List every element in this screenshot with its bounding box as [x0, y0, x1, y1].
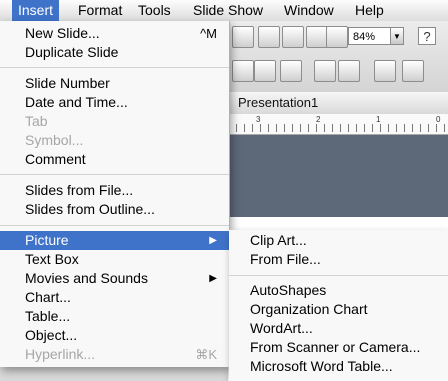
ruler-ticks — [228, 124, 448, 132]
toolbar-row-2 — [228, 57, 448, 85]
menu-item-duplicate-slide[interactable]: Duplicate Slide — [0, 43, 229, 62]
align-icon[interactable] — [232, 60, 254, 82]
menu-item-label: Picture — [25, 232, 69, 248]
menu-item-tab: Tab — [0, 112, 229, 131]
toolbar-row-1: 84% ▼ ? — [228, 23, 448, 51]
zoom-field[interactable]: 84% — [348, 27, 392, 45]
menu-separator — [229, 275, 448, 276]
insert-table-icon[interactable] — [232, 26, 254, 48]
menu-separator — [0, 174, 229, 175]
standard-toolbar: 84% ▼ ? — [228, 21, 448, 96]
menu-item-chart[interactable]: Chart... — [0, 288, 229, 307]
menu-item-label: Slide Number — [25, 75, 110, 91]
font-color-icon[interactable] — [374, 60, 396, 82]
menu-item-picture[interactable]: Picture ▶ — [0, 231, 229, 250]
new-slide-icon[interactable] — [258, 26, 280, 48]
menu-item-slides-from-outline[interactable]: Slides from Outline... — [0, 200, 229, 219]
ruler-number: 3 — [256, 115, 261, 124]
menu-item-label: Movies and Sounds — [25, 270, 148, 286]
menu-window[interactable]: Window — [284, 2, 334, 19]
submenu-arrow-icon: ▶ — [209, 273, 217, 284]
menu-item-symbol: Symbol... — [0, 131, 229, 150]
submenu-item-clip-art[interactable]: Clip Art... — [229, 231, 448, 250]
menu-bar: Insert Format Tools Slide Show Window He… — [0, 0, 448, 22]
menu-item-table[interactable]: Table... — [0, 307, 229, 326]
menu-item-label: Duplicate Slide — [25, 44, 119, 60]
increase-font-icon[interactable] — [254, 60, 276, 82]
menu-item-label: Slides from File... — [25, 182, 134, 198]
menu-item-text-box[interactable]: Text Box — [0, 250, 229, 269]
menu-item-label: Tab — [25, 113, 48, 129]
submenu-item-from-file[interactable]: From File... — [229, 250, 448, 269]
menu-format[interactable]: Format — [78, 2, 122, 19]
menu-item-slides-from-file[interactable]: Slides from File... — [0, 181, 229, 200]
ruler-number: 0 — [436, 115, 441, 124]
menu-item-label: From File... — [250, 251, 321, 267]
insert-menu: New Slide... ^M Duplicate Slide Slide Nu… — [0, 21, 230, 367]
menu-item-label: New Slide... — [25, 25, 100, 41]
menu-item-label: Microsoft Word Table... — [250, 358, 393, 374]
ruler: 3 2 1 0 — [228, 114, 448, 135]
ruler-number: 1 — [376, 115, 381, 124]
submenu-item-wordart[interactable]: WordArt... — [229, 319, 448, 338]
menu-item-slide-number[interactable]: Slide Number — [0, 74, 229, 93]
menu-item-label: AutoShapes — [250, 282, 327, 298]
menu-insert[interactable]: Insert — [12, 0, 60, 21]
menu-item-label: Comment — [25, 151, 86, 167]
chart-icon[interactable] — [306, 26, 328, 48]
menu-item-label: Object... — [25, 327, 78, 343]
ruler-number: 2 — [316, 115, 321, 124]
menu-item-comment[interactable]: Comment — [0, 150, 229, 169]
zoom-dropdown-icon[interactable]: ▼ — [390, 27, 404, 45]
menu-help[interactable]: Help — [355, 2, 384, 19]
menu-item-object[interactable]: Object... — [0, 326, 229, 345]
menu-slide-show[interactable]: Slide Show — [193, 2, 263, 19]
menu-item-label: Date and Time... — [25, 94, 128, 110]
submenu-item-autoshapes[interactable]: AutoShapes — [229, 281, 448, 300]
help-icon[interactable]: ? — [418, 27, 436, 45]
menu-item-label: Slides from Outline... — [25, 201, 155, 217]
indent-left-icon[interactable] — [314, 60, 336, 82]
text-color-icon[interactable] — [402, 60, 424, 82]
indent-right-icon[interactable] — [338, 60, 360, 82]
decrease-font-icon[interactable] — [280, 60, 302, 82]
submenu-item-org-chart[interactable]: Organization Chart — [229, 300, 448, 319]
menu-item-movies-sounds[interactable]: Movies and Sounds ▶ — [0, 269, 229, 288]
menu-item-label: Clip Art... — [250, 232, 307, 248]
menu-tools[interactable]: Tools — [138, 2, 171, 19]
menu-separator — [0, 225, 229, 226]
menu-item-label: Text Box — [25, 251, 79, 267]
submenu-item-word-table[interactable]: Microsoft Word Table... — [229, 357, 448, 376]
menu-separator — [0, 67, 229, 68]
submenu-arrow-icon: ▶ — [209, 235, 217, 246]
menu-item-label: Chart... — [25, 289, 71, 305]
document-title: Presentation1 — [238, 95, 319, 110]
menu-item-label: Hyperlink... — [25, 346, 96, 362]
shortcut-label: ^M — [200, 26, 217, 41]
document-title-bar: Presentation1 — [228, 92, 448, 115]
menu-item-hyperlink: Hyperlink... ⌘K — [0, 345, 229, 364]
menu-item-label: Symbol... — [25, 132, 84, 148]
slide-canvas-background — [228, 135, 448, 217]
menu-item-label: Table... — [25, 308, 71, 324]
shortcut-label: ⌘K — [195, 347, 217, 362]
menu-item-label: From Scanner or Camera... — [250, 339, 421, 355]
menu-item-label: Organization Chart — [250, 301, 368, 317]
menu-item-label: WordArt... — [250, 320, 313, 336]
submenu-item-scanner[interactable]: From Scanner or Camera... — [229, 338, 448, 357]
picture-submenu: Clip Art... From File... AutoShapes Orga… — [229, 230, 448, 381]
text-box-icon[interactable] — [326, 26, 348, 48]
slide-layout-icon[interactable] — [282, 26, 304, 48]
menu-item-new-slide[interactable]: New Slide... ^M — [0, 24, 229, 43]
menu-item-date-time[interactable]: Date and Time... — [0, 93, 229, 112]
